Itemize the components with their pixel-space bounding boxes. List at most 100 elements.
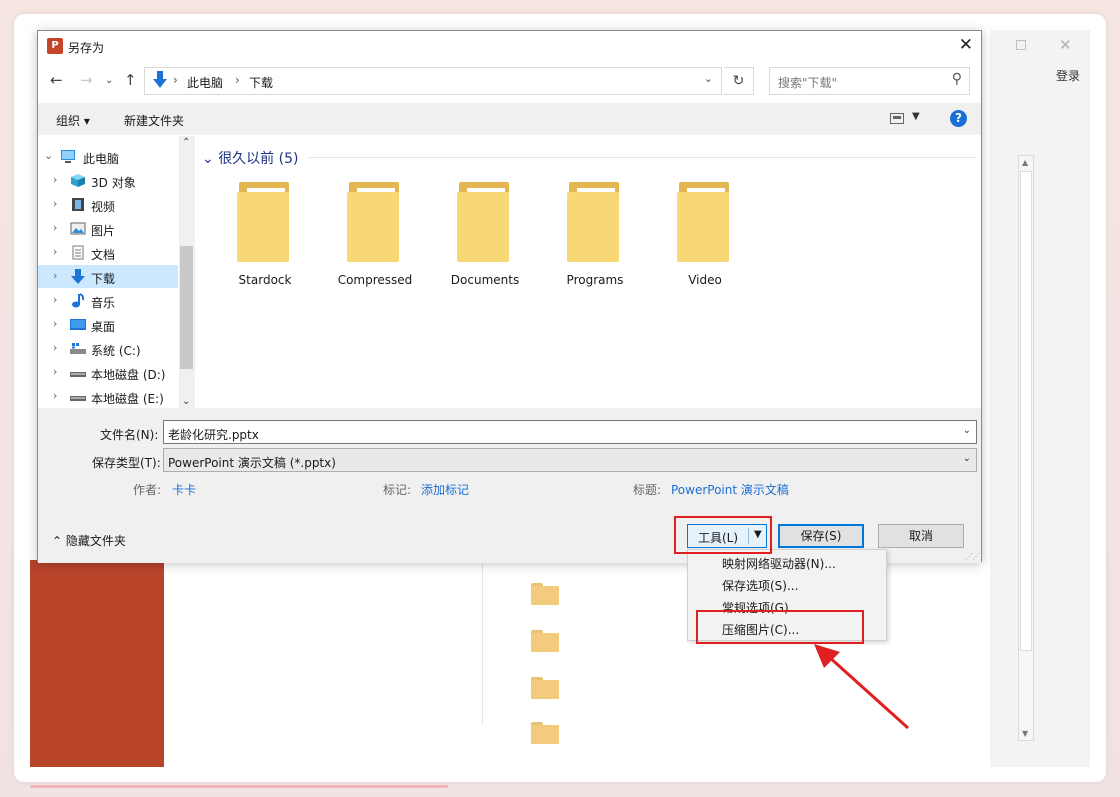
collapsed-chevron-icon[interactable]: › (53, 317, 57, 330)
maximize-icon[interactable] (1016, 40, 1026, 50)
new-folder-button[interactable]: 新建文件夹 (124, 112, 184, 129)
backstage-sidebar (30, 560, 164, 767)
breadcrumb-this-pc[interactable]: 此电脑 (187, 74, 223, 91)
expanded-chevron-icon[interactable]: ⌄ (44, 149, 53, 162)
tree-item-this-pc[interactable]: ⌄ 此电脑 (38, 145, 178, 168)
tree-item-drive-d[interactable]: › 本地磁盘 (D:) (38, 361, 178, 384)
tree-item-desktop[interactable]: › 桌面 (38, 313, 178, 336)
view-mode-icon[interactable] (890, 113, 904, 124)
folder-icon[interactable] (531, 677, 559, 699)
filename-value: 老龄化研究.pptx (168, 428, 259, 442)
title-value[interactable]: PowerPoint 演示文稿 (671, 481, 789, 498)
scroll-up-icon[interactable]: ⌃ (182, 137, 190, 148)
filename-input[interactable]: 老龄化研究.pptx ⌄ (163, 420, 977, 444)
breadcrumb-downloads[interactable]: 下载 (249, 74, 273, 91)
progress-line (30, 785, 448, 788)
scroll-up-icon[interactable]: ▲ (1022, 158, 1028, 167)
group-divider (308, 157, 976, 158)
folder-item[interactable]: Programs (550, 182, 640, 287)
filetype-value: PowerPoint 演示文稿 (*.pptx) (168, 456, 336, 470)
backstage-scrollbar[interactable]: ▲ ▼ (1018, 155, 1034, 741)
collapsed-chevron-icon[interactable]: › (53, 293, 57, 306)
scroll-thumb[interactable] (1020, 171, 1032, 651)
tree-item-music[interactable]: › 音乐 (38, 289, 178, 312)
recent-chevron-icon[interactable]: ⌄ (105, 75, 113, 86)
refresh-icon[interactable]: ↻ (724, 67, 754, 95)
chevron-down-icon[interactable]: ⌄ (963, 425, 971, 436)
resize-grip-icon[interactable]: ⋰⋰ (965, 552, 980, 561)
navigation-pane: ⌄ 此电脑 › 3D 对象 › 视频 › 图片 › 文档 › 下载 › 音乐 ›… (38, 136, 195, 408)
search-icon: ⚲ (951, 71, 962, 87)
breadcrumb-chevron-icon[interactable]: › (173, 73, 178, 87)
scroll-thumb[interactable] (180, 246, 193, 369)
collapsed-chevron-icon[interactable]: › (53, 245, 57, 258)
folder-icon[interactable] (531, 583, 559, 605)
breadcrumb-chevron-icon[interactable]: › (235, 73, 240, 87)
tree-item-label: 视频 (91, 200, 116, 214)
tree-item-drive-e[interactable]: › 本地磁盘 (E:) (38, 385, 178, 408)
annotation-arrow-icon (814, 644, 910, 730)
collapsed-chevron-icon[interactable]: › (53, 221, 57, 234)
group-chevron-icon[interactable]: ⌄ (202, 151, 218, 167)
search-placeholder: 搜索"下载" (778, 76, 838, 90)
folder-icon (237, 182, 293, 264)
tree-item-documents[interactable]: › 文档 (38, 241, 178, 264)
tree-item-system-c[interactable]: › 系统 (C:) (38, 337, 178, 360)
folder-icon[interactable] (531, 630, 559, 652)
address-bar[interactable]: › 此电脑 › 下载 ⌄ (144, 67, 722, 95)
tree-item-pictures[interactable]: › 图片 (38, 217, 178, 240)
collapsed-chevron-icon[interactable]: › (53, 197, 57, 210)
tree-scrollbar[interactable]: ⌃ ⌄ (179, 136, 195, 408)
scroll-down-icon[interactable]: ▼ (1022, 729, 1028, 738)
up-arrow-icon[interactable]: ↑ (124, 71, 137, 89)
tree-item-label: 本地磁盘 (E:) (91, 392, 164, 406)
tree-item-label: 下载 (91, 272, 116, 286)
back-arrow-icon[interactable]: ← (50, 71, 63, 89)
collapsed-chevron-icon[interactable]: › (53, 389, 57, 402)
film-icon (72, 198, 84, 211)
tree-item-label: 此电脑 (83, 152, 120, 166)
address-dropdown-icon[interactable]: ⌄ (704, 72, 713, 85)
folder-icon[interactable] (531, 722, 559, 744)
add-tags-link[interactable]: 添加标记 (421, 481, 469, 498)
folder-name: Programs (566, 273, 624, 287)
menu-item-save-options[interactable]: 保存选项(S)... (722, 577, 798, 594)
tree-item-3d-objects[interactable]: › 3D 对象 (38, 169, 178, 192)
collapsed-chevron-icon[interactable]: › (53, 365, 57, 378)
folder-name: Stardock (238, 273, 292, 287)
picture-icon (70, 222, 86, 235)
tree-item-videos[interactable]: › 视频 (38, 193, 178, 216)
group-header[interactable]: ⌄ 很久以前 (5) (202, 148, 298, 168)
scroll-down-icon[interactable]: ⌄ (182, 396, 190, 407)
filetype-select[interactable]: PowerPoint 演示文稿 (*.pptx) ⌄ (163, 448, 977, 472)
collapsed-chevron-icon[interactable]: › (53, 269, 57, 282)
save-button[interactable]: 保存(S) (778, 524, 864, 548)
tree-item-label: 系统 (C:) (91, 344, 141, 358)
collapsed-chevron-icon[interactable]: › (53, 341, 57, 354)
tree-item-downloads[interactable]: › 下载 (38, 265, 178, 288)
folder-item[interactable]: Compressed (330, 182, 420, 287)
organize-button[interactable]: 组织 ▾ (56, 112, 90, 129)
forward-arrow-icon[interactable]: → (80, 71, 93, 89)
cube-icon (71, 174, 85, 187)
collapsed-chevron-icon[interactable]: › (53, 173, 57, 186)
close-icon[interactable]: ✕ (1059, 36, 1072, 54)
powerpoint-icon: P (47, 38, 63, 54)
cancel-button[interactable]: 取消 (878, 524, 964, 548)
folder-item[interactable]: Video (660, 182, 750, 287)
folder-item[interactable]: Stardock (220, 182, 310, 287)
desktop-icon (70, 319, 86, 330)
author-value[interactable]: 卡卡 (172, 481, 196, 498)
folder-item[interactable]: Documents (440, 182, 530, 287)
help-icon[interactable]: ? (950, 110, 967, 127)
search-input[interactable]: 搜索"下载" ⚲ (769, 67, 970, 95)
dialog-close-icon[interactable]: ✕ (959, 35, 973, 55)
title-label: 标题: (633, 483, 662, 497)
hide-folders-button[interactable]: ⌃ 隐藏文件夹 (52, 532, 126, 549)
view-dropdown-icon[interactable]: ▼ (912, 111, 920, 122)
chevron-down-icon[interactable]: ⌄ (963, 453, 971, 464)
music-note-icon (72, 293, 85, 308)
login-link[interactable]: 登录 (1056, 67, 1080, 84)
save-as-dialog: P 另存为 ✕ ← → ⌄ ↑ › 此电脑 › 下载 ⌄ ↻ 搜索"下载" ⚲ … (37, 30, 982, 563)
menu-item-map-network-drive[interactable]: 映射网络驱动器(N)... (722, 555, 836, 572)
